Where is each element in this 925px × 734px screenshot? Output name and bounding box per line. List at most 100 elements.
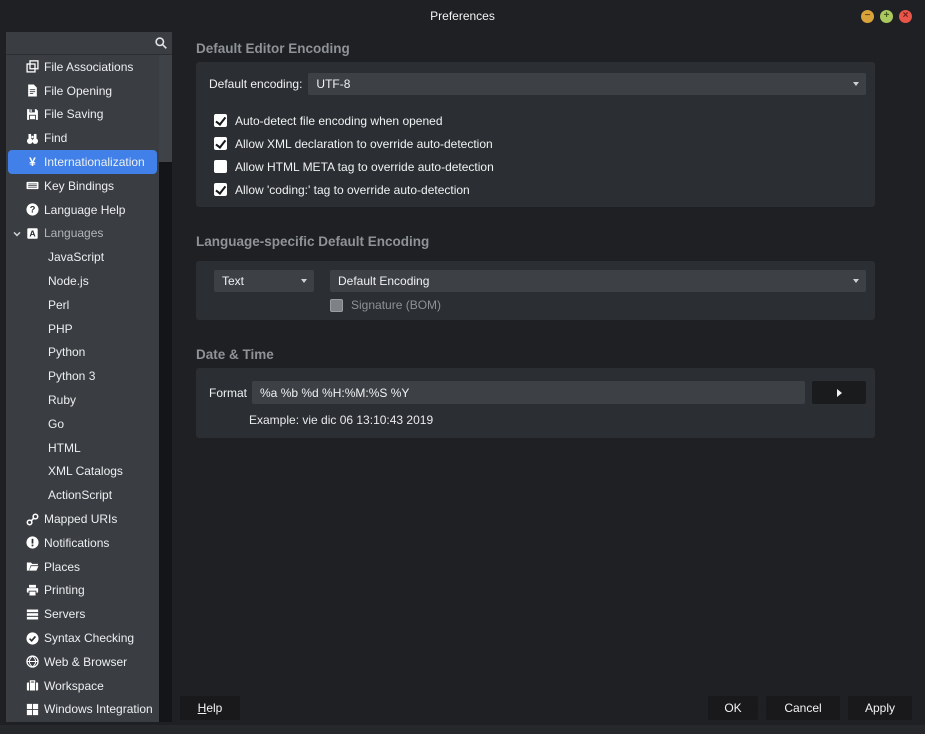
apply-button[interactable]: Apply [848,696,912,720]
checkbox-label: Auto-detect file encoding when opened [235,114,443,128]
sidebar-item-go[interactable]: Go [8,412,157,436]
sidebar-item-label: Syntax Checking [44,631,134,645]
sidebar-item-label: Python [48,345,85,359]
close-button[interactable]: × [899,10,912,23]
sidebar-item-workspace[interactable]: Workspace [8,674,157,698]
sidebar-item-javascript[interactable]: JavaScript [8,245,157,269]
sidebar-item-label: Go [48,417,64,431]
checkbox[interactable] [214,137,227,150]
window-controls: −+ × [861,10,912,23]
language-encoding-value: Default Encoding [338,274,429,288]
sidebar-item-file-opening[interactable]: File Opening [8,79,157,103]
sidebar-item-label: Servers [44,607,85,621]
checkbox[interactable] [214,183,227,196]
sidebar-item-servers[interactable]: Servers [8,602,157,626]
preferences-sidebar: File AssociationsFile OpeningFile Saving… [6,32,172,722]
sidebar-item-html[interactable]: HTML [8,436,157,460]
keyboard-icon [26,179,39,192]
printer-icon [26,584,39,597]
sidebar-item-file-associations[interactable]: File Associations [8,55,157,79]
sidebar-item-label: Web & Browser [44,655,127,669]
checkbox[interactable] [214,160,227,173]
sidebar-item-label: Languages [44,226,103,240]
default-encoding-value: UTF-8 [316,77,350,91]
preferences-content: Default Editor Encoding Default encoding… [196,32,875,438]
default-encoding-label: Default encoding: [209,77,302,91]
format-insert-button[interactable] [812,381,866,404]
sidebar-item-ruby[interactable]: Ruby [8,388,157,412]
section-title-default-editor-encoding: Default Editor Encoding [196,41,875,56]
format-input[interactable] [252,381,805,404]
windows-icon [26,703,39,716]
chevron-down-icon[interactable] [12,229,22,239]
signature-bom-row: Signature (BOM) [330,298,866,312]
window-titlebar: Preferences −+ × [0,0,925,32]
sidebar-item-php[interactable]: PHP [8,317,157,341]
language-specific-row: Text Default Encoding [209,270,866,292]
sidebar-item-syntax-checking[interactable]: Syntax Checking [8,626,157,650]
sidebar-item-label: Notifications [44,536,109,550]
sidebar-item-web-browser[interactable]: Web & Browser [8,650,157,674]
sidebar-item-label: Mapped URIs [44,512,117,526]
sidebar-scrollbar[interactable] [159,55,172,722]
maximize-button[interactable]: + [880,10,893,23]
checkbox[interactable] [214,114,227,127]
sidebar-item-label: PHP [48,322,73,336]
check-circle-icon [26,632,39,645]
svg-text:?: ? [30,205,36,215]
sidebar-item-actionscript[interactable]: ActionScript [8,483,157,507]
sidebar-item-node-js[interactable]: Node.js [8,269,157,293]
cancel-button[interactable]: Cancel [766,696,840,720]
default-encoding-select[interactable]: UTF-8 [308,73,866,95]
sidebar-scrollbar-thumb[interactable] [159,55,172,162]
sidebar-item-languages[interactable]: A Languages [8,222,157,246]
sidebar-item-printing[interactable]: Printing [8,579,157,603]
window-title: Preferences [0,9,925,23]
sidebar-item-places[interactable]: Places [8,555,157,579]
sidebar-item-label: Ruby [48,393,76,407]
minimize-button[interactable]: − [861,10,874,23]
sidebar-item-find[interactable]: Find [8,126,157,150]
date-format-row: Format [209,381,866,404]
signature-bom-checkbox[interactable] [330,299,343,312]
chevron-down-icon [853,279,859,283]
folder-open-icon [26,560,39,573]
language-encoding-select[interactable]: Default Encoding [330,270,866,292]
language-select-value: Text [222,274,244,288]
sidebar-item-label: Places [44,560,80,574]
sidebar-item-mapped-uris[interactable]: Mapped URIs [8,507,157,531]
sidebar-item-language-help[interactable]: ?Language Help [8,198,157,222]
sidebar-item-key-bindings[interactable]: Key Bindings [8,174,157,198]
sidebar-item-python[interactable]: Python [8,341,157,365]
sidebar-search [6,32,172,55]
sidebar-tree-rows: File AssociationsFile OpeningFile Saving… [6,55,159,722]
link-icon [26,513,39,526]
sidebar-item-notifications[interactable]: Notifications [8,531,157,555]
server-icon [26,608,39,621]
sidebar-item-python-3[interactable]: Python 3 [8,364,157,388]
yen-icon: ¥ [26,156,39,169]
ok-button[interactable]: OK [708,696,758,720]
floppy-icon [26,108,39,121]
sidebar-item-file-saving[interactable]: File Saving [8,103,157,127]
default-encoding-row: Default encoding: UTF-8 [209,73,866,95]
panel-date-time: Format Example: vie dic 06 13:10:43 2019 [196,368,875,438]
panel-default-editor-encoding: Default encoding: UTF-8 Auto-detect file… [196,62,875,207]
checkbox-row: Allow XML declaration to override auto-d… [214,132,866,155]
language-select[interactable]: Text [214,270,314,292]
sidebar-item-label: Python 3 [48,369,95,383]
sidebar-item-perl[interactable]: Perl [8,293,157,317]
svg-text:A: A [29,229,36,239]
checkbox-label: Allow HTML META tag to override auto-det… [235,160,494,174]
sidebar-item-internationalization[interactable]: ¥Internationalization [8,150,157,174]
search-input[interactable] [6,32,152,54]
help-circle-icon: ? [26,203,39,216]
encoding-checkbox-list: Auto-detect file encoding when opened All… [209,109,866,201]
window-bottom-edge [0,725,925,734]
format-label: Format [209,386,247,400]
sidebar-item-xml-catalogs[interactable]: XML Catalogs [8,460,157,484]
sidebar-item-windows-integration[interactable]: Windows Integration [8,698,157,722]
sidebar-item-label: JavaScript [48,250,104,264]
sidebar-item-label: Perl [48,298,69,312]
help-button[interactable]: Help [180,696,240,720]
